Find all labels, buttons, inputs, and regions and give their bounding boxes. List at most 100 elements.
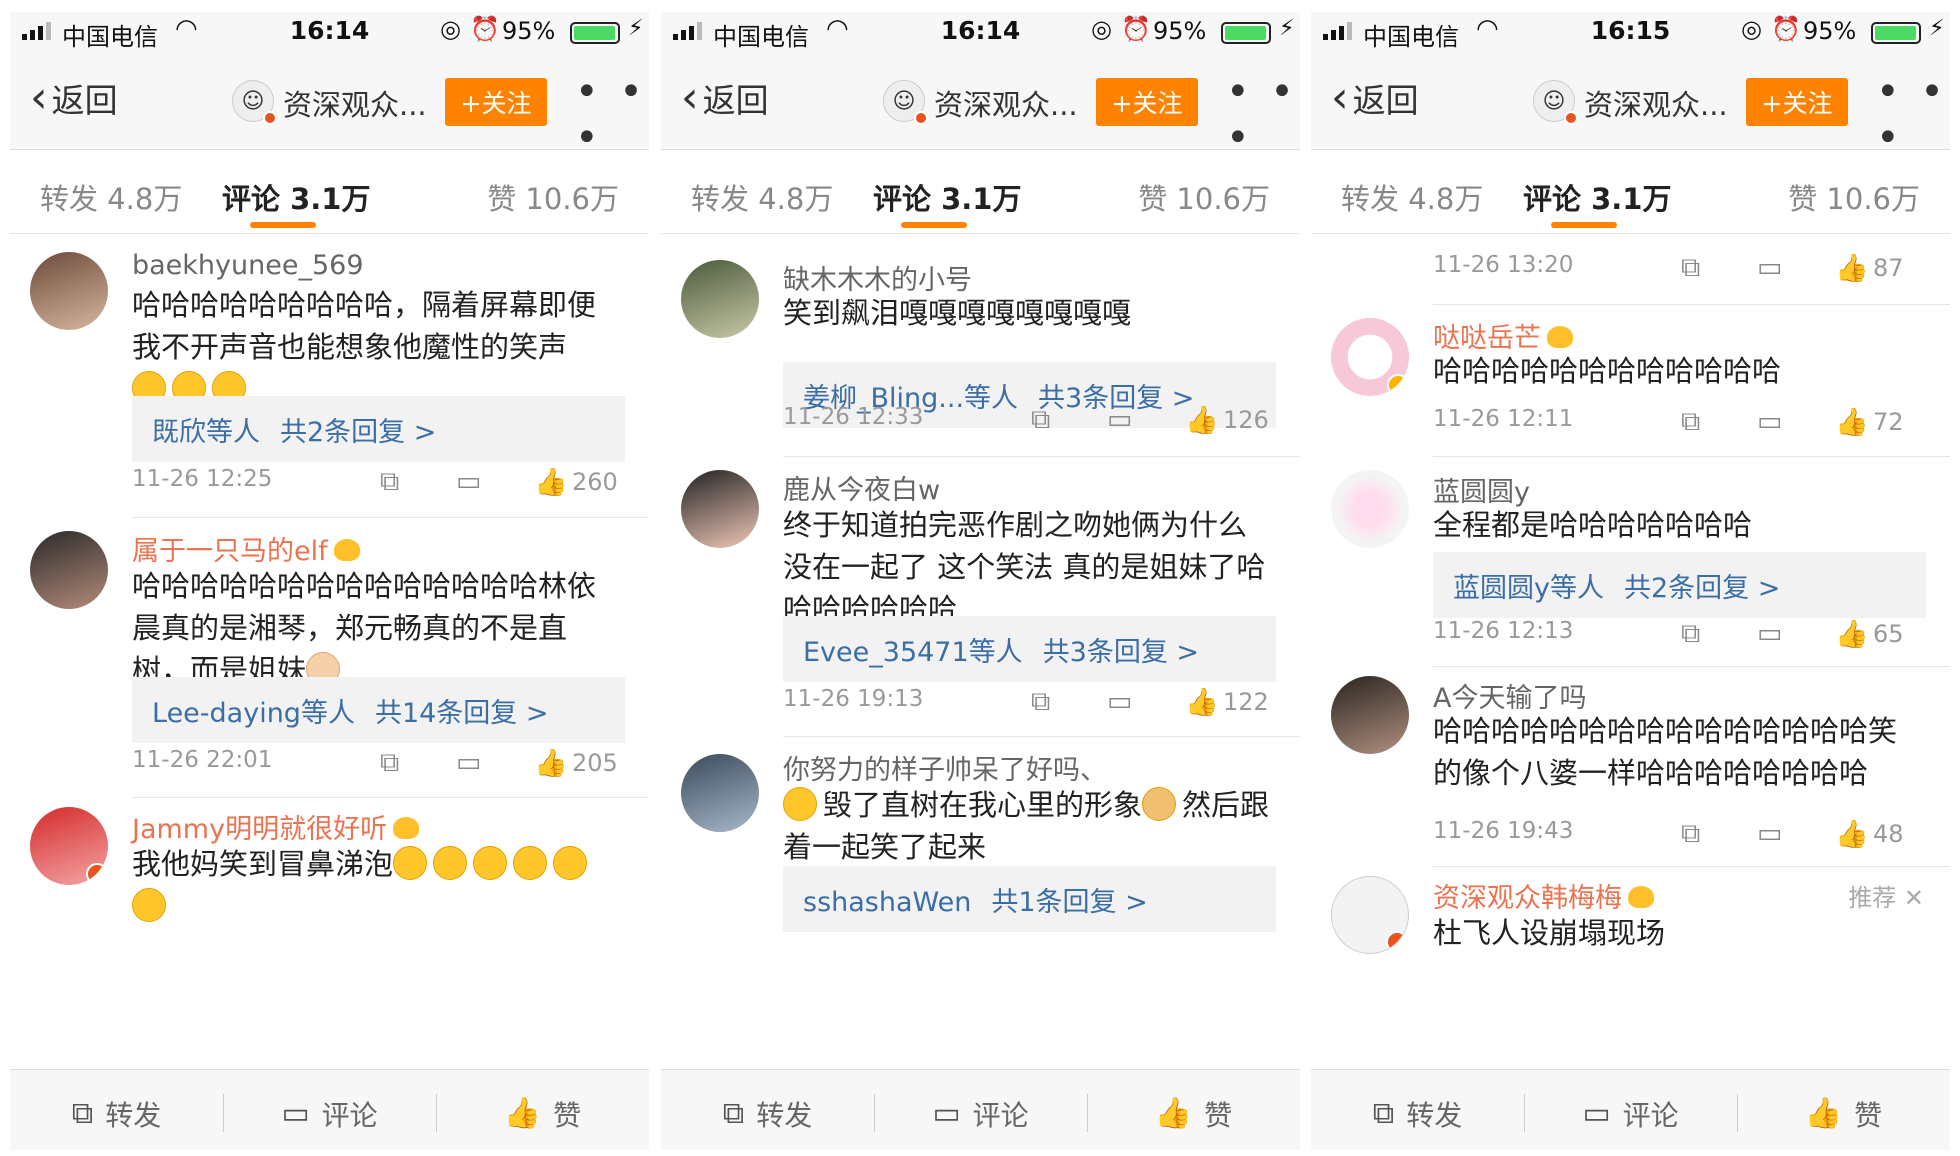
laugh-emoji-icon	[433, 846, 468, 880]
share-icon[interactable]: ⧉	[380, 466, 399, 498]
reply-preview[interactable]: 既欣等人 共2条回复 >	[132, 396, 625, 462]
comment-list[interactable]: 缺木木木的小号 笑到飙泪嘎嘎嘎嘎嘎嘎嘎嘎 姜柳_Bling...等人 共3条回复 …	[661, 234, 1300, 1069]
tab-repost[interactable]: 转发 4.8万	[691, 176, 833, 218]
reply-preview[interactable]: sshashaWen 共1条回复 >	[783, 866, 1276, 932]
avatar[interactable]	[1331, 876, 1409, 954]
share-icon[interactable]: ⧉	[1681, 406, 1700, 438]
recommended-tag[interactable]: 推荐 ✕	[1848, 878, 1924, 913]
reply-icon[interactable]: ▭	[456, 747, 482, 778]
share-icon[interactable]: ⧉	[1031, 404, 1050, 436]
share-icon[interactable]: ⧉	[380, 747, 399, 779]
like-icon[interactable]: 👍	[1185, 404, 1219, 436]
charging-icon: ⚡	[1279, 16, 1295, 41]
avatar[interactable]	[30, 252, 108, 330]
repost-button[interactable]: ⧉ 转发	[661, 1070, 874, 1150]
comment-text: 全程都是哈哈哈哈哈哈哈	[1433, 508, 1753, 542]
reply-preview[interactable]: 蓝圆圆y等人 共2条回复 >	[1433, 552, 1926, 618]
like-icon[interactable]: 👍	[1185, 686, 1219, 718]
like-icon[interactable]: 👍	[1835, 618, 1869, 650]
follow-button[interactable]: +关注	[1096, 78, 1198, 126]
reply-icon[interactable]: ▭	[1757, 818, 1783, 849]
account-avatar[interactable]: ☺	[883, 80, 928, 125]
reply-icon[interactable]: ▭	[1757, 252, 1783, 283]
follow-button[interactable]: +关注	[445, 78, 547, 126]
tab-comment[interactable]: 评论 3.1万	[222, 176, 370, 218]
back-button[interactable]: ‹ 返回	[1331, 74, 1419, 122]
avatar[interactable]	[1331, 318, 1409, 396]
account-avatar[interactable]: ☺	[232, 80, 277, 125]
comment-username[interactable]: 资深观众韩梅梅	[1433, 876, 1654, 915]
reply-icon[interactable]: ▭	[1107, 404, 1133, 435]
more-icon[interactable]: • • •	[575, 69, 649, 161]
avatar[interactable]	[681, 260, 759, 338]
orientation-lock-icon: ◎	[1091, 15, 1112, 43]
comment-username[interactable]: 鹿从今夜白w	[783, 468, 940, 507]
comment-list[interactable]: baekhyunee_569 哈哈哈哈哈哈哈哈哈，隔着屏幕即便我不开声音也能想象…	[10, 234, 649, 1069]
comment-button[interactable]: ▭ 评论	[1524, 1070, 1737, 1150]
reply-icon[interactable]: ▭	[456, 466, 482, 497]
tab-like[interactable]: 赞 10.6万	[487, 176, 619, 218]
laugh-emoji-icon	[132, 888, 166, 922]
back-button[interactable]: ‹ 返回	[30, 74, 118, 122]
reply-icon[interactable]: ▭	[1107, 686, 1133, 717]
tab-like[interactable]: 赞 10.6万	[1788, 176, 1920, 218]
reply-preview[interactable]: Evee_35471等人 共3条回复 >	[783, 616, 1276, 682]
avatar[interactable]	[681, 470, 759, 548]
comment-username[interactable]: 属于一只马的elf	[132, 529, 360, 568]
battery-percent: 95%	[1153, 17, 1207, 45]
tab-comment[interactable]: 评论 3.1万	[1523, 176, 1671, 218]
back-button[interactable]: ‹ 返回	[681, 74, 769, 122]
follow-button[interactable]: +关注	[1746, 78, 1848, 126]
tab-like[interactable]: 赞 10.6万	[1138, 176, 1270, 218]
divider	[1433, 866, 1950, 867]
account-name[interactable]: 资深观众...	[283, 82, 443, 124]
comment-date: 11-26 12:33	[783, 404, 924, 430]
repost-button[interactable]: ⧉ 转发	[10, 1070, 223, 1150]
like-icon[interactable]: 👍	[1835, 818, 1869, 850]
comment-button[interactable]: ▭ 评论	[223, 1070, 436, 1150]
like-count: 122	[1223, 688, 1269, 716]
share-icon[interactable]: ⧉	[1031, 686, 1050, 718]
repost-button[interactable]: ⧉ 转发	[1311, 1070, 1524, 1150]
like-count: 48	[1873, 820, 1904, 848]
avatar[interactable]	[30, 807, 108, 885]
like-button[interactable]: 👍 赞	[1087, 1070, 1300, 1150]
more-icon[interactable]: • • •	[1226, 69, 1300, 161]
comment-button[interactable]: ▭ 评论	[874, 1070, 1087, 1150]
account-avatar[interactable]: ☺	[1533, 80, 1578, 125]
tab-comment[interactable]: 评论 3.1万	[873, 176, 1021, 218]
account-name[interactable]: 资深观众...	[1584, 82, 1744, 124]
avatar[interactable]	[30, 531, 108, 609]
nav-bar: ‹ 返回 ☺ 资深观众... +关注 • • •	[10, 54, 649, 161]
more-icon[interactable]: • • •	[1876, 69, 1950, 161]
comment-meta: 11-26 22:01 ⧉ ▭ 👍 205	[132, 747, 623, 787]
like-count: 65	[1873, 620, 1904, 648]
reply-icon[interactable]: ▭	[1757, 618, 1783, 649]
share-icon[interactable]: ⧉	[1681, 252, 1700, 284]
like-icon[interactable]: 👍	[534, 747, 568, 779]
avatar[interactable]	[1331, 676, 1409, 754]
comment-username[interactable]: 你努力的样子帅呆了好吗、	[783, 748, 1107, 787]
reply-icon[interactable]: ▭	[1757, 406, 1783, 437]
comment-text: 终于知道拍完恶作剧之吻她俩为什么没在一起了 这个笑法 真的是姐妹了哈哈哈哈哈哈哈	[783, 508, 1266, 626]
tab-repost[interactable]: 转发 4.8万	[1341, 176, 1483, 218]
share-icon[interactable]: ⧉	[1681, 818, 1700, 850]
reply-preview[interactable]: Lee-daying等人 共14条回复 >	[132, 677, 625, 743]
avatar[interactable]	[1331, 470, 1409, 548]
account-name[interactable]: 资深观众...	[934, 82, 1094, 124]
comment-meta: 11-26 13:20 ⧉ ▭ 👍 87	[1433, 252, 1924, 292]
comment-username[interactable]: Jammy明明就很好听	[132, 807, 420, 846]
like-button[interactable]: 👍 赞	[1737, 1070, 1950, 1150]
comment-username[interactable]: baekhyunee_569	[132, 250, 364, 281]
like-icon[interactable]: 👍	[534, 466, 568, 498]
like-button[interactable]: 👍 赞	[436, 1070, 649, 1150]
avatar[interactable]	[681, 754, 759, 832]
verified-badge-icon	[86, 863, 108, 885]
share-icon[interactable]: ⧉	[1681, 618, 1700, 650]
tab-repost[interactable]: 转发 4.8万	[40, 176, 182, 218]
like-icon[interactable]: 👍	[1835, 252, 1869, 284]
like-icon[interactable]: 👍	[1835, 406, 1869, 438]
comment-icon: ▭	[932, 1096, 961, 1131]
chevron-left-icon: ‹	[681, 72, 699, 123]
comment-list[interactable]: 11-26 13:20 ⧉ ▭ 👍 87 哒哒岳芒 哈哈哈哈哈哈哈哈哈哈哈哈 1…	[1311, 234, 1950, 1069]
